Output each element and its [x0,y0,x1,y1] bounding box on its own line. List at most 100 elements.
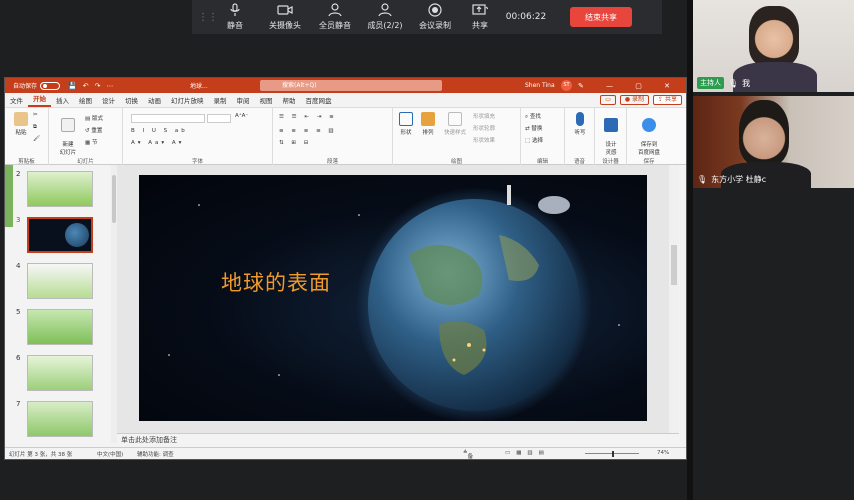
window-controls[interactable]: ✎ — ▢ ✕ [578,82,680,90]
tab-transitions[interactable]: 切换 [120,95,143,107]
record-top-button[interactable]: ● 录制 [619,95,650,105]
drag-handle-icon[interactable]: ⋮⋮ [198,12,218,23]
mute-label: 静音 [227,21,243,30]
search-box[interactable]: 搜索(Alt+Q) [260,80,442,91]
scroll-thumb[interactable] [112,175,116,223]
record-icon [428,3,442,17]
tab-record[interactable]: 录制 [209,95,232,107]
font-format-icons[interactable]: B I U S ab [131,128,188,134]
replace-label: 替换 [531,126,543,132]
members-label: 成员(2/2) [367,21,403,30]
cut-icon[interactable]: ✂ [33,112,38,118]
format-painter-icon[interactable]: 🖌 [33,136,40,142]
tab-file[interactable]: 文件 [5,95,28,107]
reset-button[interactable]: ↺ 重置 [85,126,102,134]
clipboard-group-label: 剪贴板 [18,159,35,165]
notes-toggle[interactable]: ≙ 备注 [463,450,473,459]
align-icons[interactable]: ≡ ≡ ≡ ≡ ▥ [279,128,337,134]
view-buttons[interactable]: ▭▦▥▤ [505,450,550,456]
designer-label: 设计 灵感 [605,142,617,156]
shapes-button[interactable]: 形状 [397,112,415,136]
mute-button[interactable]: 静音 [210,0,260,34]
scroll-thumb[interactable] [671,245,677,285]
drawing-group: 形状 排列 快速样式 形状填充 形状轮廓 形状效果 绘图 [393,108,521,166]
members-button[interactable]: 成员(2/2) [360,0,410,34]
shape-outline-button[interactable]: 形状轮廓 [473,124,495,132]
tab-design[interactable]: 设计 [97,95,120,107]
user-name[interactable]: Shen Tina [525,82,555,89]
tab-review[interactable]: 审阅 [232,95,255,107]
language-indicator[interactable]: 中文(中国) [97,450,123,458]
camera-off-button[interactable]: 关摄像头 [260,0,310,34]
notes-toggle-label: 备注 [467,454,474,460]
members-icon [378,3,392,17]
designer-group-label: 设计器 [602,159,619,165]
end-share-button[interactable]: 结束共享 [570,7,632,27]
new-slide-button[interactable]: 新建 幻灯片 [55,112,81,156]
mute-all-button[interactable]: 全员静音 [310,0,360,34]
thumbnail-number: 3 [16,216,21,224]
section-button[interactable]: ▦ 节 [85,138,97,146]
avatar[interactable]: ST [561,80,572,91]
font-name-combo[interactable] [131,114,205,123]
save-group-label: 保存 [643,159,655,165]
zoom-level[interactable]: 74% [657,450,669,456]
paste-icon [14,112,28,126]
camera-icon [277,5,293,15]
tab-home[interactable]: 开始 [28,93,51,107]
share-button[interactable]: 共享 [460,0,500,34]
thumbnail-number: 5 [16,308,21,316]
shape-fill-button[interactable]: 形状填充 [473,112,495,120]
tab-animations[interactable]: 动画 [143,95,166,107]
thumbnail-5[interactable]: 5 [13,307,113,347]
arrange-button[interactable]: 排列 [419,112,437,136]
save-baidu-button[interactable]: 保存到 百度网盘 [633,112,665,156]
thumbnail-earth-icon [65,223,89,247]
slide-title[interactable]: 地球的表面 [221,267,331,297]
paste-button[interactable]: 粘贴 [11,112,31,136]
thumbnail-3[interactable]: 3 [13,215,113,255]
layout-button[interactable]: ▤ 版式 [85,114,103,122]
font-size-combo[interactable] [207,114,231,123]
canvas-scrollbar[interactable] [669,165,679,436]
shape-effects-button[interactable]: 形状效果 [473,136,495,144]
video-tile-self[interactable]: 主持人 🎙 我 [693,0,854,92]
grow-font-icon[interactable]: A⁺A⁻ [235,113,248,119]
comments-icon[interactable]: ▭ [600,95,616,105]
designer-button[interactable]: 设计 灵感 [601,112,621,156]
quick-styles-button[interactable]: 快速样式 [441,112,469,136]
select-button[interactable]: ⬚ 选择 [525,136,543,144]
tab-view[interactable]: 视图 [255,95,278,107]
share-top-button[interactable]: ⇪ 共享 [653,95,682,105]
dictate-button[interactable]: 听写 [571,112,589,136]
zoom-slider-thumb[interactable] [612,451,614,457]
tab-draw[interactable]: 绘图 [74,95,97,107]
tab-insert[interactable]: 插入 [51,95,74,107]
ribbon: 粘贴 ✂ ⧉ 🖌 剪贴板 新建 幻灯片 ▤ 版式 ↺ 重置 ▦ 节 幻灯片 A⁺… [5,107,686,166]
thumbnail-4[interactable]: 4 [13,261,113,301]
share-icon [472,4,488,15]
find-button[interactable]: ⌕ 查找 [525,112,541,121]
replace-button[interactable]: ⇄ 替换 [525,124,542,132]
editing-group-label: 编辑 [536,159,548,165]
thumbnail-image [27,171,93,207]
notes-pane[interactable]: 单击此处添加备注 [117,433,679,447]
thumbnail-6[interactable]: 6 [13,353,113,393]
accessibility-indicator[interactable]: 辅助功能: 调查 [137,450,174,458]
thumbnail-7[interactable]: 7 [13,399,113,439]
video-tile-remote[interactable]: 🎙 东方小学 杜静c [693,96,854,188]
tab-slideshow[interactable]: 幻灯片放映 [166,95,209,107]
record-button[interactable]: 会议录制 [410,0,460,34]
quick-access-icons[interactable]: 💾↶↷⋯ [68,82,119,90]
current-slide[interactable]: 地球的表面 [139,175,647,421]
direction-icons[interactable]: ⇅ ⊞ ⊟ [279,140,311,146]
document-title[interactable]: 地球... [190,81,208,90]
font-color-icons[interactable]: A▾ Aa▾ A▾ [131,140,184,146]
tab-help[interactable]: 帮助 [278,95,301,107]
autosave-toggle[interactable] [40,81,61,90]
copy-icon[interactable]: ⧉ [33,124,37,131]
slides-group: 新建 幻灯片 ▤ 版式 ↺ 重置 ▦ 节 幻灯片 [49,108,123,166]
tab-baidu[interactable]: 百度网盘 [301,95,337,107]
list-icons[interactable]: ☰ ☰ ⇤ ⇥ ≡ [279,114,337,120]
thumbnail-2[interactable]: 2 [13,169,113,209]
